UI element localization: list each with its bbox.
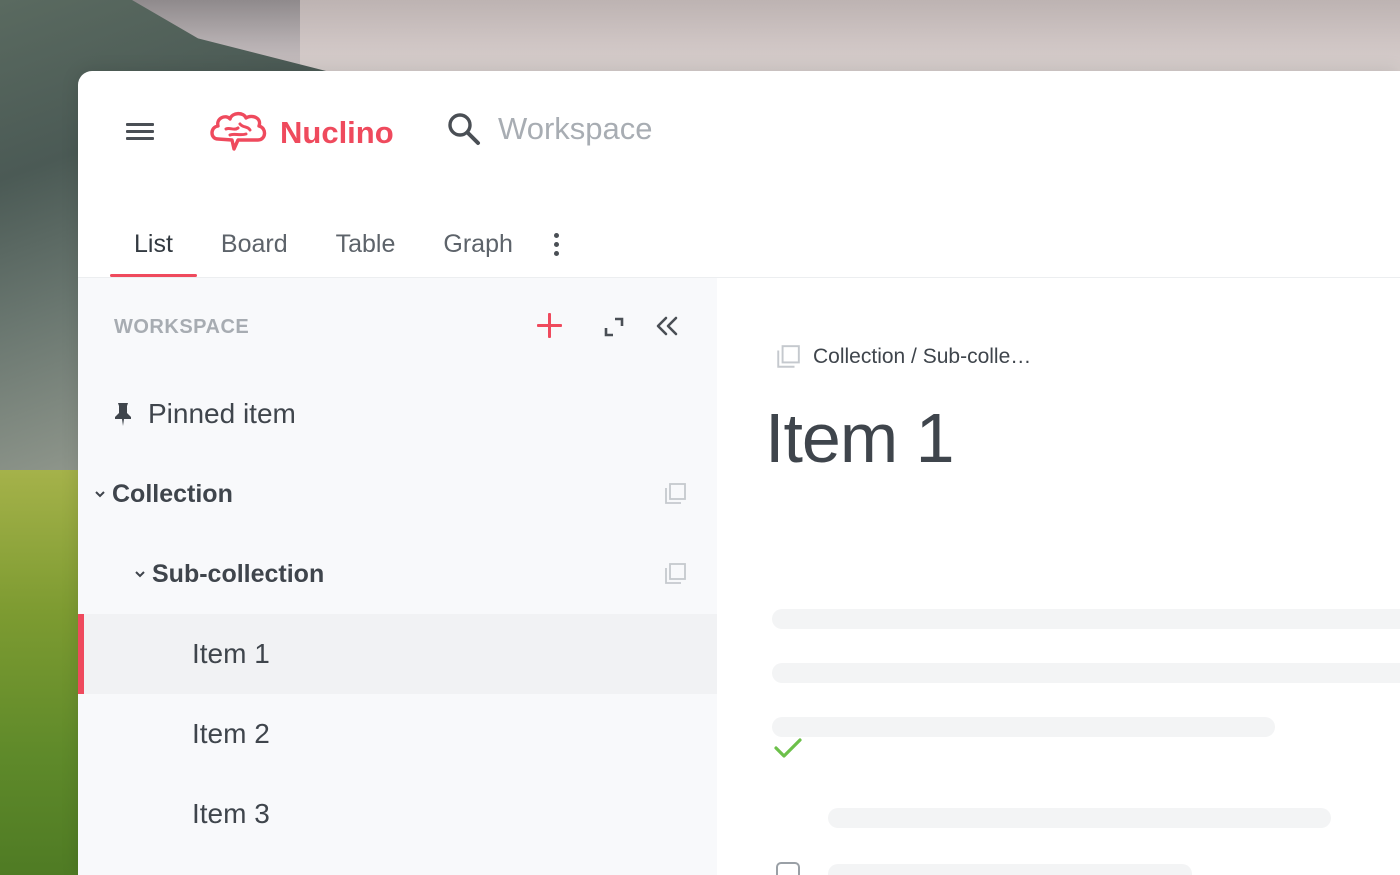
tab-table[interactable]: Table [312, 211, 420, 277]
sidebar-item-sub-collection[interactable]: Sub-collection [78, 534, 717, 614]
search-box[interactable]: Workspace [446, 111, 653, 147]
sidebar-item-label: Collection [112, 479, 233, 508]
plus-icon[interactable] [534, 310, 564, 340]
sidebar-item-label: Item 1 [192, 638, 270, 669]
text-placeholder-line [772, 663, 1400, 683]
logo-text: Nuclino [280, 115, 394, 150]
sidebar-item-item-3[interactable]: Item 3 [78, 774, 717, 854]
sidebar-item-label: Item 2 [192, 718, 270, 749]
page-title[interactable]: Item 1 [765, 398, 955, 478]
chevron-down-icon [95, 491, 105, 498]
pin-icon [115, 403, 131, 426]
expand-icon[interactable] [603, 316, 625, 338]
brain-logo-icon [210, 111, 267, 151]
collapse-left-icon[interactable] [654, 314, 680, 338]
sidebar-item-item-1[interactable]: Item 1 [78, 614, 717, 694]
checkmark-icon[interactable] [773, 733, 803, 763]
app-window: Nuclino Workspace List Board Table Graph… [78, 71, 1400, 875]
text-placeholder-line [772, 609, 1400, 629]
breadcrumb[interactable]: Collection / Sub-colle… [775, 344, 1031, 370]
sidebar-item-label: Pinned item [148, 398, 296, 429]
search-icon [448, 113, 480, 145]
view-tabs: List Board Table Graph [110, 211, 577, 277]
top-bar: Nuclino Workspace [78, 71, 1400, 191]
todo-placeholder-line [828, 808, 1331, 828]
todo-placeholder-line [828, 864, 1192, 875]
search-input[interactable]: Workspace [498, 111, 653, 147]
breadcrumb-text: Collection / Sub-colle… [813, 345, 1032, 368]
tab-board[interactable]: Board [197, 211, 312, 277]
checkbox-icon[interactable] [776, 862, 800, 875]
logo[interactable]: Nuclino [208, 109, 394, 157]
sidebar-item-label: Sub-collection [152, 559, 325, 588]
sidebar-header: WORKSPACE [114, 316, 250, 338]
text-placeholder-line [772, 717, 1275, 737]
copy-icon[interactable] [663, 482, 687, 506]
copy-icon[interactable] [663, 562, 687, 586]
copy-icon [777, 345, 800, 368]
sidebar-item-label: Item 3 [192, 798, 270, 829]
item-content: Collection / Sub-colle… Item 1 [717, 278, 1400, 875]
sidebar: WORKSPACE Pinned item Collection Sub-col… [78, 278, 717, 875]
sidebar-item-pinned[interactable]: Pinned item [78, 374, 717, 454]
background-sky [300, 0, 1400, 72]
tab-list[interactable]: List [110, 211, 197, 277]
chevron-down-icon [135, 571, 145, 578]
tab-graph[interactable]: Graph [419, 211, 536, 277]
menu-icon[interactable] [120, 119, 154, 145]
sidebar-item-item-2[interactable]: Item 2 [78, 694, 717, 774]
sidebar-item-collection[interactable]: Collection [78, 454, 717, 534]
more-vertical-icon[interactable] [537, 211, 577, 277]
